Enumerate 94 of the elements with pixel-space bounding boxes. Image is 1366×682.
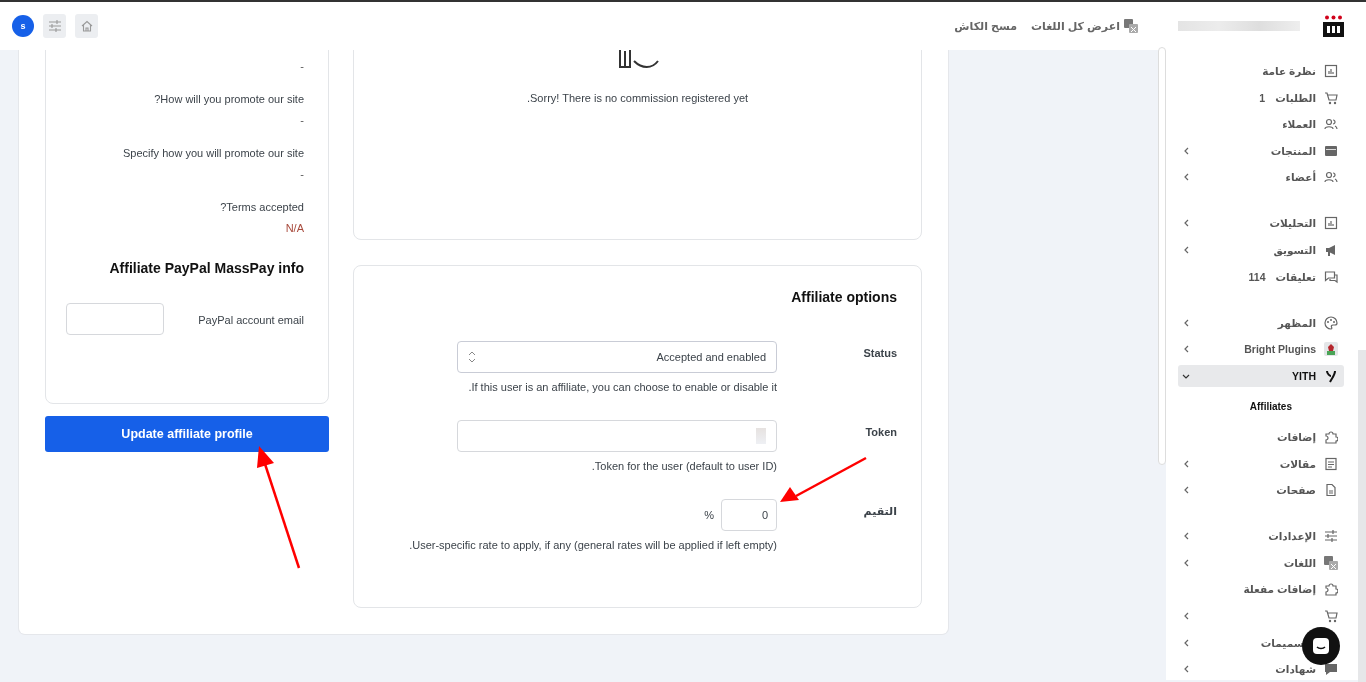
flower-icon — [1324, 342, 1338, 357]
sidebar-item[interactable]: العملاء — [1178, 113, 1344, 136]
sidebar-item[interactable]: المظهر — [1178, 311, 1344, 334]
item-label: مقالات — [1279, 457, 1316, 470]
item-label: إضافات مفعلة — [1243, 583, 1316, 596]
field-value: - — [299, 59, 304, 74]
cart-icon — [1324, 608, 1338, 623]
megaphone-icon — [1324, 242, 1338, 257]
sort-arrows-icon — [468, 351, 476, 363]
item-label: Bright Plugins — [1244, 343, 1316, 356]
cart-icon — [1324, 90, 1338, 105]
field-value: N/A — [284, 221, 304, 236]
archive-icon — [1324, 143, 1338, 158]
settings-button[interactable] — [43, 14, 66, 38]
document-icon — [1324, 483, 1338, 498]
field-label: How will you promote our site? — [153, 92, 304, 107]
submenu-item[interactable]: Affiliates — [1178, 391, 1344, 422]
field-value: - — [299, 167, 304, 182]
status-select[interactable]: Accepted and enabled — [457, 341, 777, 373]
translate-icon — [1324, 555, 1338, 570]
item-label: اللغات — [1283, 556, 1316, 569]
field-label: التقيم — [862, 504, 897, 520]
user-avatar[interactable]: s — [12, 15, 34, 37]
document-icon — [1324, 456, 1338, 471]
logo-icon — [1323, 15, 1344, 37]
percent-sign: % — [704, 509, 714, 521]
sidebar-item[interactable]: أعضاء — [1178, 166, 1344, 189]
help-text: Token for the user (default to user ID). — [591, 459, 777, 473]
chart-icon — [1324, 64, 1338, 78]
email-field[interactable] — [66, 303, 164, 335]
item-label: صفحات — [1276, 484, 1316, 497]
item-label: التحليلات — [1269, 217, 1316, 230]
home-icon — [80, 20, 93, 32]
item-label: نظرة عامة — [1262, 65, 1316, 77]
item-label: المنتجات — [1270, 144, 1316, 157]
field-label: Token — [864, 425, 897, 440]
sidebar-item[interactable]: Bright Plugins — [1178, 338, 1344, 361]
rate-field[interactable]: 0 — [721, 499, 777, 531]
sidebar-item[interactable]: سميمات — [1178, 631, 1344, 654]
translate-icon — [1124, 19, 1138, 33]
item-label: شهادات — [1275, 663, 1316, 676]
item-label: الإعدادات — [1268, 530, 1316, 543]
users-icon — [1324, 170, 1338, 185]
scrollbar[interactable] — [1158, 47, 1166, 465]
item-label: العملاء — [1282, 118, 1316, 131]
sidebar-item[interactable]: إضافات — [1178, 425, 1344, 448]
count-label: 1 — [1259, 91, 1266, 104]
clear-cache-link[interactable]: مسح الكاش — [954, 19, 1017, 33]
token-field[interactable] — [457, 420, 777, 452]
field-label: Status — [862, 346, 897, 361]
users-icon — [1324, 117, 1338, 132]
item-label: تعليقات — [1275, 270, 1316, 283]
sidebar-item[interactable]: التحليلات — [1178, 212, 1344, 235]
puzzle-icon — [1324, 429, 1338, 444]
update-profile-button[interactable]: Update affiliate profile — [45, 416, 329, 452]
comment-icon — [1324, 269, 1338, 284]
fork-icon — [1324, 368, 1338, 383]
item-label: التسويق — [1273, 243, 1316, 256]
home-button[interactable] — [75, 14, 98, 38]
sidebar-item[interactable]: صفحات — [1178, 479, 1344, 502]
scrollbar[interactable] — [1358, 350, 1366, 682]
sidebar-item[interactable]: نظرة عامة — [1178, 60, 1344, 82]
sidebar-item[interactable]: اللغات — [1178, 551, 1344, 574]
empty-message: Sorry! There is no commission registered yet. — [526, 92, 749, 104]
speech-icon — [1324, 662, 1338, 677]
item-label: المظهر — [1277, 316, 1316, 329]
sidebar-item[interactable]: الإعدادات — [1178, 525, 1344, 548]
chat-icon — [1312, 637, 1330, 655]
sidebar-item[interactable]: مقالات — [1178, 452, 1344, 475]
sidebar-item[interactable]: YITH — [1178, 364, 1344, 387]
sidebar-item[interactable]: شهادات — [1178, 658, 1344, 681]
field-label: Specify how you will promote our site — [122, 146, 304, 161]
count-label: 114 — [1248, 270, 1266, 283]
puzzle-icon — [1324, 582, 1338, 597]
item-label: إضافات — [1276, 430, 1316, 443]
sidebar-item[interactable]: المنتجات — [1178, 139, 1344, 162]
field-label: Terms accepted? — [219, 200, 304, 215]
sidebar-item[interactable]: التسويق — [1178, 238, 1344, 261]
section-heading: Affiliate options — [790, 288, 897, 307]
field-label: PayPal account email — [198, 314, 304, 326]
item-label: الطلبات — [1275, 91, 1316, 104]
field-value: - — [299, 113, 304, 128]
item-label: YITH — [1292, 369, 1316, 382]
section-heading: Affiliate PayPal MassPay info — [108, 259, 304, 278]
sliders-icon — [47, 19, 62, 33]
item-label: أعضاء — [1285, 171, 1316, 184]
sliders-icon — [1324, 529, 1338, 544]
palette-icon — [1324, 315, 1338, 330]
languages-link[interactable]: اعرض كل اللغات — [1030, 19, 1138, 33]
help-text: User-specific rate to apply, if any (general rates will be applied if left empty). — [409, 538, 777, 552]
chart-icon — [1324, 216, 1338, 231]
help-text: If this user is an affiliate, you can choose to enable or disable it. — [468, 380, 777, 394]
sidebar-item[interactable]: إضافات مفعلة — [1178, 578, 1344, 601]
item-label: سميمات — [1260, 636, 1304, 649]
